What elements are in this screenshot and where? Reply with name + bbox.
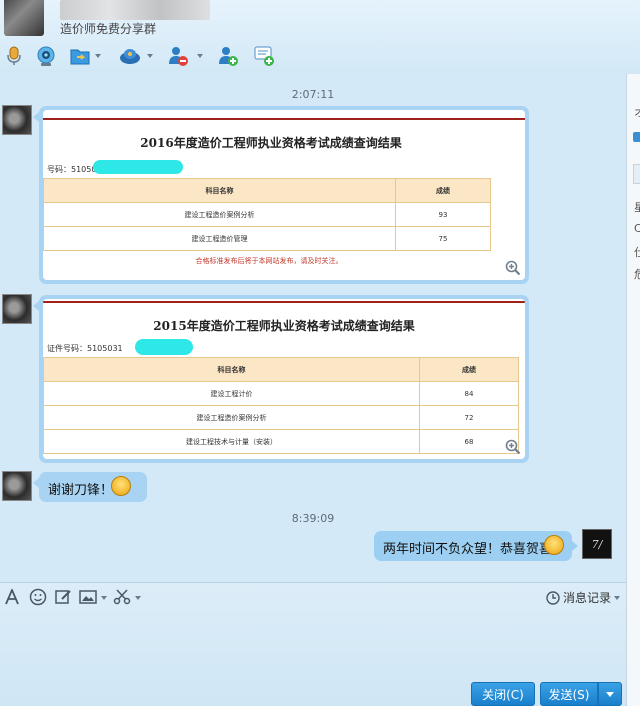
group-title: 造价师免费分享群 — [60, 22, 157, 36]
my-avatar[interactable]: 7/ — [582, 529, 612, 559]
sender-avatar[interactable] — [2, 105, 32, 135]
chevron-down-icon — [606, 691, 614, 697]
side-icon[interactable] — [633, 132, 640, 142]
history-label: 消息记录 — [562, 591, 611, 605]
send-options-button[interactable] — [598, 682, 622, 706]
score-cell: 68 — [419, 429, 519, 454]
right-side-panel: オ 星 C 仕 危 — [626, 74, 640, 706]
subject-cell: 建设工程造价管理 — [43, 226, 396, 251]
chat-header: 造价师免费分享群 — [0, 0, 640, 74]
image-caret[interactable] — [101, 596, 107, 600]
remove-member-icon[interactable] — [166, 44, 190, 68]
card-note: 合格标准发布后将于本网站发布，请及时关注。 — [195, 257, 343, 265]
zoom-in-icon[interactable] — [505, 439, 521, 455]
video-call-icon[interactable] — [34, 44, 58, 68]
id-redaction — [135, 339, 193, 355]
image-icon[interactable] — [78, 587, 98, 607]
emoji-icon[interactable] — [28, 587, 48, 607]
side-box[interactable] — [633, 164, 640, 184]
image-message[interactable]: 2016年度造价工程师执业资格考试成绩查询结果 号码：51050 科目名称 成绩 … — [33, 106, 529, 284]
score-table: 科目名称 成绩 建设工程造价案例分析 93 建设工程造价管理 75 — [43, 178, 491, 251]
edit-icon[interactable] — [53, 587, 73, 607]
share-file-caret[interactable] — [95, 54, 101, 58]
table-row: 建设工程造价案例分析 93 — [43, 202, 491, 227]
create-discussion-icon[interactable] — [252, 44, 276, 68]
side-text: 仕 — [634, 246, 640, 259]
close-button[interactable]: 关闭(C) — [471, 682, 535, 706]
col-score: 成绩 — [395, 178, 491, 203]
history-caret-icon — [614, 595, 620, 600]
image-message[interactable]: 2015年度造价工程师执业资格考试成绩查询结果 证件号码：5105031 科目名… — [33, 295, 529, 463]
table-row: 建设工程造价管理 75 — [43, 226, 491, 251]
header-toolbar — [0, 42, 300, 70]
text-message[interactable]: 谢谢刀锋！ — [33, 472, 147, 502]
font-icon[interactable] — [2, 587, 22, 607]
congrats-emoji-icon — [544, 535, 564, 555]
scissors-caret[interactable] — [135, 596, 141, 600]
timestamp: 8:39:09 — [291, 512, 335, 525]
grinning-emoji-icon — [111, 476, 131, 496]
score-screenshot-2015[interactable]: 2015年度造价工程师执业资格考试成绩查询结果 证件号码：5105031 科目名… — [43, 299, 525, 459]
side-text: C — [634, 222, 640, 235]
score-cell: 84 — [419, 381, 519, 406]
remove-member-caret[interactable] — [197, 54, 203, 58]
subject-cell: 建设工程造价案例分析 — [43, 405, 420, 430]
voice-call-icon[interactable] — [2, 44, 26, 68]
table-row: 建设工程计价 84 — [43, 381, 519, 406]
card-title: 2015年度造价工程师执业资格考试成绩查询结果 — [153, 319, 415, 333]
score-screenshot-2016[interactable]: 2016年度造价工程师执业资格考试成绩查询结果 号码：51050 科目名称 成绩 … — [43, 110, 525, 280]
subject-cell: 建设工程计价 — [43, 381, 420, 406]
col-subject: 科目名称 — [43, 178, 396, 203]
side-text: 危 — [634, 268, 640, 281]
card-title: 2016年度造价工程师执业资格考试成绩查询结果 — [140, 136, 402, 150]
group-avatar[interactable] — [4, 0, 44, 36]
clock-icon — [546, 590, 560, 605]
score-table: 科目名称 成绩 建设工程计价 84 建设工程造价案例分析 72 建设工程技术与计量（安… — [43, 357, 519, 454]
message-history-button[interactable]: 消息记录 — [546, 589, 620, 606]
app-center-caret[interactable] — [147, 54, 153, 58]
score-cell: 75 — [395, 226, 491, 251]
message-text[interactable]: 谢谢刀锋！ — [48, 479, 113, 498]
sender-avatar[interactable] — [2, 294, 32, 324]
card-redline — [43, 118, 525, 120]
table-row: 建设工程技术与计量（安装） 68 — [43, 429, 519, 454]
send-button[interactable]: 发送(S) — [540, 682, 598, 706]
group-name-blurred — [60, 0, 210, 20]
message-area[interactable]: 2:07:11 2016年度造价工程师执业资格考试成绩查询结果 号码：51050… — [0, 74, 626, 582]
id-label: 号码：51050 — [47, 165, 97, 174]
input-area[interactable]: 消息记录 关闭(C) 发送(S) — [0, 582, 626, 706]
text-message-self[interactable]: 两年时间不负众望！恭喜贺喜 — [374, 531, 578, 561]
table-row: 建设工程造价案例分析 72 — [43, 405, 519, 430]
scissors-icon[interactable] — [112, 587, 132, 607]
score-cell: 72 — [419, 405, 519, 430]
col-subject: 科目名称 — [43, 357, 420, 382]
side-text: オ — [634, 106, 640, 119]
sender-avatar[interactable] — [2, 471, 32, 501]
subject-cell: 建设工程技术与计量（安装） — [43, 429, 420, 454]
col-score: 成绩 — [419, 357, 519, 382]
zoom-in-icon[interactable] — [505, 260, 521, 276]
share-file-icon[interactable] — [68, 44, 92, 68]
id-label: 证件号码：5105031 — [47, 344, 123, 353]
message-text[interactable]: 两年时间不负众望！恭喜贺喜 — [383, 538, 552, 557]
id-redaction — [93, 160, 183, 174]
app-center-icon[interactable] — [118, 44, 142, 68]
score-cell: 93 — [395, 202, 491, 227]
side-text: 星 — [634, 201, 640, 214]
card-redline — [43, 301, 525, 303]
add-member-icon[interactable] — [216, 44, 240, 68]
subject-cell: 建设工程造价案例分析 — [43, 202, 396, 227]
timestamp: 2:07:11 — [291, 88, 335, 101]
